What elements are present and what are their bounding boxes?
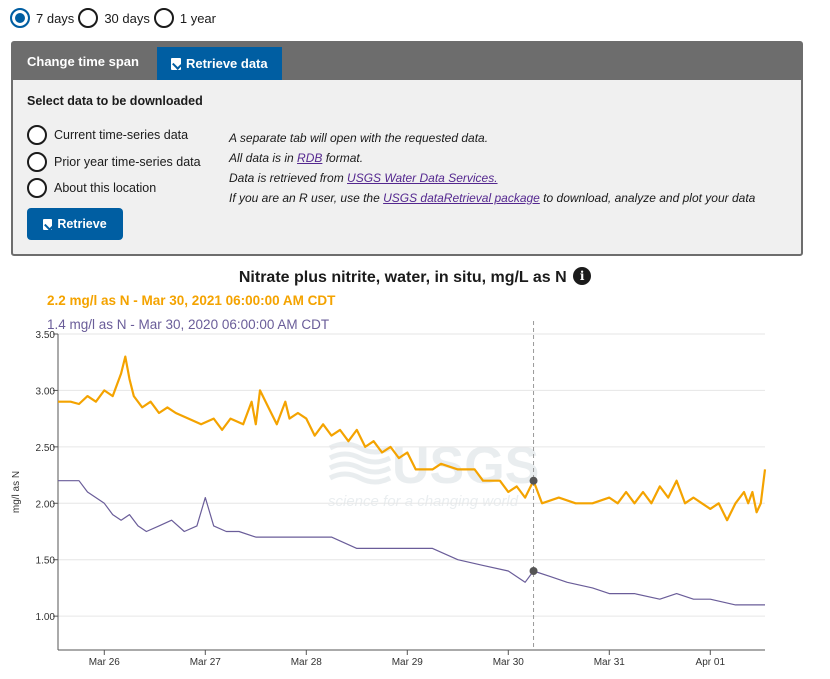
- x-tick-label: Mar 28: [291, 657, 323, 668]
- x-tick-label: Mar 30: [493, 657, 525, 668]
- tab-change-time-span[interactable]: Change time span: [13, 43, 153, 80]
- time-span-selector: 7 days 30 days 1 year: [10, 6, 220, 30]
- tab-label: Change time span: [27, 54, 139, 69]
- option-label: Current time-series data: [54, 128, 189, 143]
- radio-icon[interactable]: [27, 151, 47, 172]
- info-line-4: If you are an R user, use the USGS dataR…: [229, 188, 755, 208]
- chart-title: Nitrate plus nitrite, water, in situ, mg…: [0, 267, 830, 287]
- x-tick-label: Apr 01: [696, 657, 726, 668]
- wave-stroke: [328, 471, 392, 485]
- option-label: Prior year time-series data: [54, 154, 201, 169]
- x-tick-label: Mar 27: [190, 657, 222, 668]
- option-prior-year-data[interactable]: Prior year time-series data: [27, 149, 201, 176]
- time-span-7days[interactable]: 7 days: [10, 8, 74, 28]
- radio-icon[interactable]: [10, 8, 30, 28]
- tab-label: Retrieve data: [185, 56, 268, 71]
- y-tick-label: 2.50: [36, 443, 56, 454]
- cursor-dot-current: [529, 476, 538, 485]
- y-tick-label: 1.00: [36, 612, 56, 623]
- info-line-3: Data is retrieved from USGS Water Data S…: [229, 168, 755, 188]
- radio-icon[interactable]: [27, 125, 47, 146]
- info-text: format.: [322, 151, 364, 165]
- radio-icon[interactable]: [27, 178, 47, 199]
- info-line-1: A separate tab will open with the reques…: [229, 131, 489, 145]
- usgs-watermark: USGS science for a changing world: [328, 437, 539, 510]
- download-panel: Change time span Retrieve data Select da…: [11, 41, 803, 256]
- radio-icon[interactable]: [153, 8, 174, 28]
- info-text: If you are an R user, use the: [229, 191, 384, 205]
- info-text: to download, analyze and plot your data: [539, 191, 756, 205]
- cursor-dot-prior: [529, 567, 538, 575]
- download-options: Current time-series data Prior year time…: [27, 122, 201, 202]
- download-file-icon: [170, 57, 181, 70]
- legend-current: 2.2 mg/l as N - Mar 30, 2021 06:00:00 AM…: [47, 293, 336, 308]
- chart-title-text: Nitrate plus nitrite, water, in situ, mg…: [238, 269, 567, 286]
- tab-bar: Change time span Retrieve data: [13, 43, 801, 80]
- wave-stroke: [328, 451, 392, 465]
- option-label: About this location: [54, 181, 157, 196]
- radio-icon[interactable]: [78, 8, 99, 28]
- info-text: All data is in: [229, 151, 298, 165]
- y-axis-label: mg/l as N: [11, 471, 22, 513]
- wave-stroke: [328, 461, 392, 475]
- tab-retrieve-data[interactable]: Retrieve data: [156, 47, 282, 80]
- x-tick-label: Mar 31: [594, 657, 626, 668]
- rdb-link[interactable]: RDB: [297, 151, 322, 165]
- info-line-2: All data is in RDB format.: [229, 148, 755, 168]
- option-about-location[interactable]: About this location: [27, 175, 201, 202]
- time-span-label: 7 days: [36, 10, 75, 26]
- y-tick-label: 3.00: [36, 386, 56, 397]
- time-span-1year[interactable]: 1 year: [153, 8, 216, 28]
- y-tick-label: 3.50: [36, 330, 56, 341]
- y-tick-label: 2.00: [36, 499, 56, 510]
- y-tick-label: 1.50: [36, 556, 56, 567]
- info-icon[interactable]: i: [573, 267, 592, 285]
- retrieve-button[interactable]: Retrieve: [27, 208, 123, 240]
- option-current-data[interactable]: Current time-series data: [27, 122, 201, 149]
- time-span-label: 1 year: [179, 10, 216, 26]
- time-span-label: 30 days: [104, 10, 150, 26]
- download-file-icon: [43, 218, 53, 230]
- retrieve-label: Retrieve: [57, 217, 107, 231]
- panel-body: Select data to be downloaded Current tim…: [13, 80, 801, 240]
- time-span-30days[interactable]: 30 days: [78, 8, 150, 28]
- x-tick-label: Mar 29: [392, 657, 424, 668]
- usgs-tagline: science for a changing world: [328, 493, 519, 510]
- dataretrieval-link[interactable]: USGS dataRetrieval package: [383, 191, 540, 205]
- download-heading: Select data to be downloaded: [27, 94, 203, 108]
- x-tick-label: Mar 26: [89, 657, 121, 668]
- water-data-services-link[interactable]: USGS Water Data Services.: [347, 171, 498, 185]
- info-text: Data is retrieved from: [229, 171, 348, 185]
- download-info: A separate tab will open with the reques…: [229, 128, 755, 208]
- hydrograph-chart[interactable]: USGS science for a changing world 1.00 1.…: [0, 320, 830, 679]
